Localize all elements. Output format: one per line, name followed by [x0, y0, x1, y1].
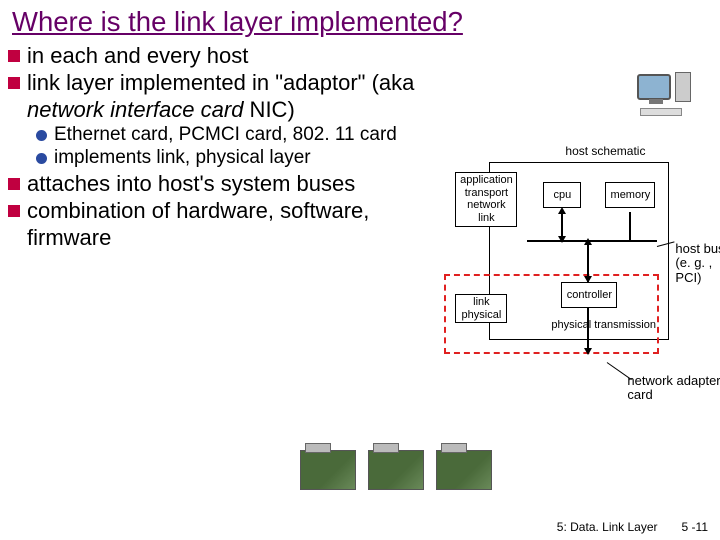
bullet-4: combination of hardware, software, firmw…: [8, 198, 423, 251]
phys-trans-arrow: [587, 308, 589, 352]
nic-card-icon: [368, 450, 424, 490]
bullet-2-post: NIC): [243, 97, 294, 122]
computer-icon: [637, 74, 682, 116]
circle-bullet-icon: [36, 153, 47, 164]
footer-page: 5 -11: [682, 520, 708, 534]
arrow-up-icon: [558, 207, 566, 214]
subbullet-2-text: implements link, physical layer: [54, 147, 311, 170]
layer-link: link: [458, 212, 514, 225]
bullet-2-text: link layer implemented in "adaptor" (aka…: [27, 70, 423, 123]
footer-chapter: 5: Data. Link Layer: [557, 520, 658, 534]
bullet-4-text: combination of hardware, software, firmw…: [27, 198, 423, 251]
bullet-2: link layer implemented in "adaptor" (aka…: [8, 70, 423, 123]
host-schematic-label: host schematic: [565, 144, 645, 158]
layer-transport: transport: [458, 187, 514, 200]
diagram-column: host schematic application transport net…: [427, 42, 712, 252]
bullet-3-text: attaches into host's system buses: [27, 171, 355, 197]
square-bullet-icon: [8, 178, 20, 190]
arrow-down-icon: [584, 348, 592, 355]
memory-bus-connector: [629, 212, 631, 240]
slide-title: Where is the link layer implemented?: [0, 0, 720, 40]
square-bullet-icon: [8, 77, 20, 89]
slide-footer: 5: Data. Link Layer 5 -11: [557, 520, 708, 534]
arrow-down-icon: [584, 276, 592, 283]
square-bullet-icon: [8, 205, 20, 217]
bullet-2-em: network interface card: [27, 97, 243, 122]
arrow-down-icon: [558, 236, 566, 243]
text-column: in each and every host link layer implem…: [8, 42, 427, 252]
layer-network: network: [458, 199, 514, 212]
physical-transmission-label: physical transmission: [551, 320, 656, 332]
bullet-2-pre: link layer implemented in "adaptor" (aka: [27, 70, 414, 95]
layer-physical: physical: [458, 309, 504, 322]
nic-card-icon: [436, 450, 492, 490]
bullet-3: attaches into host's system buses: [8, 171, 423, 197]
annotation-line: [607, 362, 632, 380]
host-bus-annotation: host bus (e. g. , PCI): [675, 242, 720, 285]
bullet-1: in each and every host: [8, 43, 423, 69]
arrow-up-icon: [584, 238, 592, 245]
controller-box: controller: [561, 282, 617, 308]
memory-box: memory: [605, 182, 655, 208]
cpu-box: cpu: [543, 182, 581, 208]
nic-card-icon: [300, 450, 356, 490]
circle-bullet-icon: [36, 130, 47, 141]
content-area: in each and every host link layer implem…: [0, 40, 720, 252]
layer-application: application: [458, 174, 514, 187]
lower-stack-box: link physical: [455, 294, 507, 323]
layer-link-lower: link: [458, 296, 504, 309]
bullet-1-text: in each and every host: [27, 43, 248, 69]
subbullet-2: implements link, physical layer: [36, 147, 423, 170]
upper-stack-box: application transport network link: [455, 172, 517, 227]
subbullet-1: Ethernet card, PCMCI card, 802. 11 card: [36, 124, 423, 147]
square-bullet-icon: [8, 50, 20, 62]
bus-line: [527, 240, 657, 242]
nic-photo-row: [300, 450, 492, 490]
subbullet-1-text: Ethernet card, PCMCI card, 802. 11 card: [54, 124, 397, 147]
nic-annotation: network adapter card: [627, 374, 720, 403]
